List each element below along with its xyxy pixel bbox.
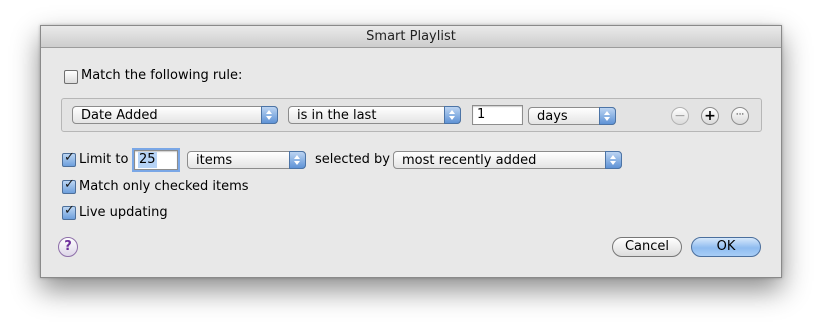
selected-by-label: selected by <box>315 152 390 167</box>
limit-unit-popup[interactable]: items <box>187 151 306 169</box>
rule-unit-value: days <box>537 109 568 124</box>
smart-playlist-dialog: Smart Playlist Match the following rule:… <box>40 25 782 278</box>
match-rule-checkbox[interactable] <box>64 70 78 84</box>
cancel-button[interactable]: Cancel <box>612 237 682 257</box>
popup-arrows-icon <box>605 151 622 169</box>
match-checked-checkbox[interactable]: ✓ <box>62 177 76 194</box>
rule-field-popup[interactable]: Date Added <box>72 106 278 124</box>
help-button[interactable]: ? <box>58 237 78 257</box>
rule-value-field[interactable]: 1 <box>472 105 523 125</box>
rule-unit-popup[interactable]: days <box>528 107 616 125</box>
rule-field-value: Date Added <box>81 108 158 123</box>
match-rule-label: Match the following rule: <box>81 68 243 83</box>
rule-row: Date Added is in the last 1 days − + ··· <box>61 98 762 132</box>
add-rule-button[interactable]: + <box>701 107 719 125</box>
checkmark-icon: ✓ <box>64 203 75 218</box>
checkmark-icon: ✓ <box>64 177 75 192</box>
dialog-title: Smart Playlist <box>41 26 781 48</box>
popup-arrows-icon <box>444 106 461 124</box>
rule-operator-popup[interactable]: is in the last <box>288 106 461 124</box>
rule-operator-value: is in the last <box>297 108 377 123</box>
rule-value-text: 1 <box>477 107 486 122</box>
popup-arrows-icon <box>261 106 278 124</box>
limit-unit-value: items <box>196 153 233 168</box>
more-options-button[interactable]: ··· <box>731 107 749 125</box>
selected-by-popup[interactable]: most recently added <box>393 151 622 169</box>
live-updating-checkbox[interactable]: ✓ <box>62 203 76 220</box>
live-updating-label: Live updating <box>79 205 168 220</box>
popup-arrows-icon <box>599 107 616 125</box>
remove-rule-button[interactable]: − <box>671 107 689 125</box>
popup-arrows-icon <box>289 151 306 169</box>
checkmark-icon: ✓ <box>64 150 75 165</box>
selected-by-value: most recently added <box>402 153 537 168</box>
limit-value-field[interactable]: 25 <box>134 150 178 170</box>
limit-value-text: 25 <box>138 152 157 168</box>
ok-button[interactable]: OK <box>691 237 761 257</box>
match-checked-label: Match only checked items <box>79 179 249 194</box>
limit-checkbox[interactable]: ✓ <box>62 150 76 167</box>
limit-label: Limit to <box>79 152 129 167</box>
